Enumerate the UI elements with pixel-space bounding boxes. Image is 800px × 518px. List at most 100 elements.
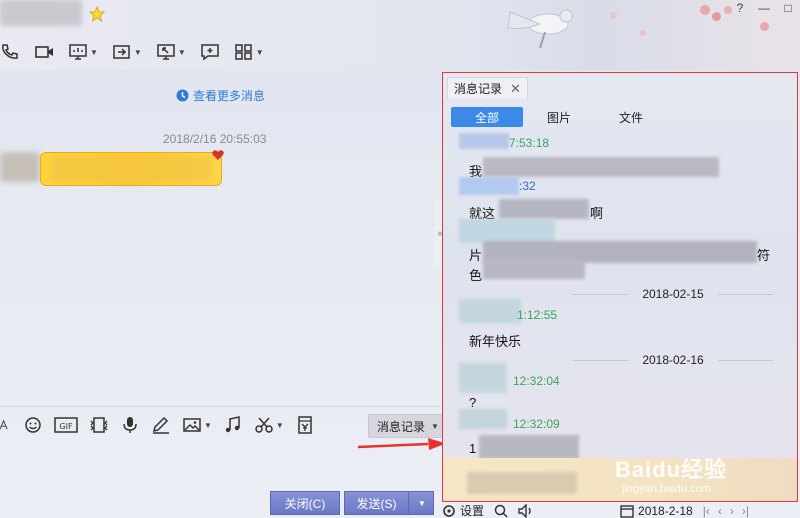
filter-images[interactable]: 图片 (523, 107, 595, 127)
chat-toolbar: ▼ ▼ ▼ ▼ (0, 40, 264, 64)
phone-icon[interactable] (0, 41, 20, 63)
decor-blossom (610, 12, 617, 19)
tab-message-history-label: 消息记录 (454, 82, 503, 96)
chevron-down-icon[interactable]: ▼ (178, 48, 186, 57)
music-icon[interactable] (223, 414, 243, 436)
bird-illustration (507, 9, 573, 49)
date-separator: 2018-02-16 (573, 353, 774, 367)
annotation-arrow-icon (358, 438, 446, 450)
help-button[interactable]: ? (728, 0, 752, 16)
entry-time: 12:32:09 (513, 417, 560, 431)
entry-text: ? (469, 395, 477, 410)
chevron-down-icon[interactable]: ▼ (204, 421, 212, 430)
chevron-down-icon: ▼ (418, 498, 426, 508)
mic-icon[interactable] (120, 414, 140, 436)
video-icon[interactable] (34, 41, 54, 63)
settings-button[interactable]: 设置 (442, 502, 484, 518)
input-separator (0, 406, 441, 407)
entry-text: 1 (469, 441, 477, 456)
volume-button[interactable] (518, 503, 534, 518)
filter-all[interactable]: 全部 (451, 107, 523, 127)
magic-icon[interactable] (89, 414, 109, 436)
minimize-button[interactable]: — (752, 0, 776, 16)
filter-files[interactable]: 文件 (595, 107, 667, 127)
clock-icon (176, 89, 189, 102)
message-timestamp: 2018/2/16 20:55:03 (163, 132, 267, 146)
message-history-button[interactable]: 消息记录 ▼ (368, 414, 446, 438)
send-button[interactable]: 发送(S) (344, 491, 408, 515)
view-more-messages-label: 查看更多消息 (193, 89, 266, 103)
entry-text: 色 (469, 268, 483, 283)
message-history-label: 消息记录 (377, 419, 426, 434)
sender-name-blurred (459, 299, 521, 323)
chat-message-area: 查看更多消息 2018/2/16 20:55:03 (0, 70, 441, 406)
maximize-button[interactable]: □ (776, 0, 800, 16)
message-text-blurred (483, 157, 719, 177)
close-button[interactable]: 关闭(C) (270, 491, 340, 515)
star-icon[interactable] (89, 6, 105, 22)
emoji-icon[interactable] (23, 414, 43, 436)
decor-blossom (712, 12, 721, 21)
sender-name-blurred (459, 363, 507, 393)
search-button[interactable] (494, 504, 508, 518)
entry-time: 1:12:55 (517, 308, 558, 322)
next-page-button[interactable]: › (730, 504, 734, 518)
pen-icon[interactable] (151, 414, 171, 436)
add-app-icon[interactable] (200, 41, 220, 63)
sender-name-blurred (459, 177, 519, 195)
message-bubble[interactable] (40, 152, 222, 186)
remote-desktop-icon[interactable]: ▼ (156, 41, 186, 63)
sender-name-blurred (459, 409, 507, 429)
history-filter-tabs: 全部 图片 文件 (451, 107, 667, 127)
bubble-decoration-icon (212, 150, 224, 160)
history-bottom-bar: 设置 2018-2-18 |‹ ‹ › ›| (442, 503, 800, 518)
contact-name-blurred (0, 0, 82, 26)
entry-text: 新年快乐 (469, 334, 522, 349)
close-icon[interactable]: ✕ (510, 81, 521, 97)
date-label: 2018-02-15 (642, 287, 704, 301)
image-icon[interactable]: ▼ (182, 414, 212, 436)
chevron-down-icon: ▼ (431, 421, 439, 431)
date-picker[interactable]: 2018-2-18 (620, 504, 693, 518)
font-icon[interactable] (0, 414, 12, 436)
message-text-blurred (467, 472, 577, 494)
last-page-button[interactable]: ›| (742, 504, 749, 518)
first-page-button[interactable]: |‹ (703, 504, 710, 518)
chevron-down-icon[interactable]: ▼ (134, 48, 142, 57)
message-content-blurred (51, 156, 211, 182)
send-options-button[interactable]: ▼ (408, 491, 434, 515)
transfer-file-icon[interactable]: ▼ (112, 41, 142, 63)
svg-text:GIF: GIF (59, 422, 73, 431)
entry-text-end: 符 (757, 248, 771, 263)
red-packet-icon[interactable] (295, 414, 315, 436)
decor-blossom (760, 22, 769, 31)
message-text-blurred (499, 199, 589, 219)
screen-share-icon[interactable]: ▼ (68, 41, 98, 63)
apps-grid-icon[interactable]: ▼ (234, 41, 264, 63)
chevron-down-icon[interactable]: ▼ (90, 48, 98, 57)
gif-icon[interactable]: GIF (54, 414, 78, 436)
decor-blossom (640, 30, 646, 36)
entry-time: 7:53:18 (509, 136, 550, 150)
message-text-blurred (479, 435, 579, 459)
tab-message-history[interactable]: 消息记录 ✕ (447, 77, 528, 99)
date-picker-value: 2018-2-18 (638, 503, 693, 518)
message-text-blurred (483, 241, 757, 263)
prev-page-button[interactable]: ‹ (718, 504, 722, 518)
decor-blossom (700, 5, 710, 15)
entry-text-end: 啊 (590, 206, 604, 221)
chevron-down-icon[interactable]: ▼ (276, 421, 284, 430)
window-controls: ? — □ (728, 0, 800, 20)
view-more-messages-link[interactable]: 查看更多消息 (176, 87, 265, 104)
chevron-down-icon[interactable]: ▼ (256, 48, 264, 57)
entry-time: :32 (519, 179, 536, 193)
sender-avatar-blurred (0, 152, 40, 182)
message-text-blurred (483, 261, 585, 279)
gear-icon (443, 504, 455, 517)
date-separator: 2018-02-15 (573, 287, 774, 301)
date-label: 2018-02-16 (642, 353, 704, 367)
search-icon (494, 504, 508, 518)
scissors-icon[interactable]: ▼ (254, 414, 284, 436)
entry-time: 12:32:04 (513, 374, 560, 388)
entry-text: 片 (469, 248, 483, 263)
